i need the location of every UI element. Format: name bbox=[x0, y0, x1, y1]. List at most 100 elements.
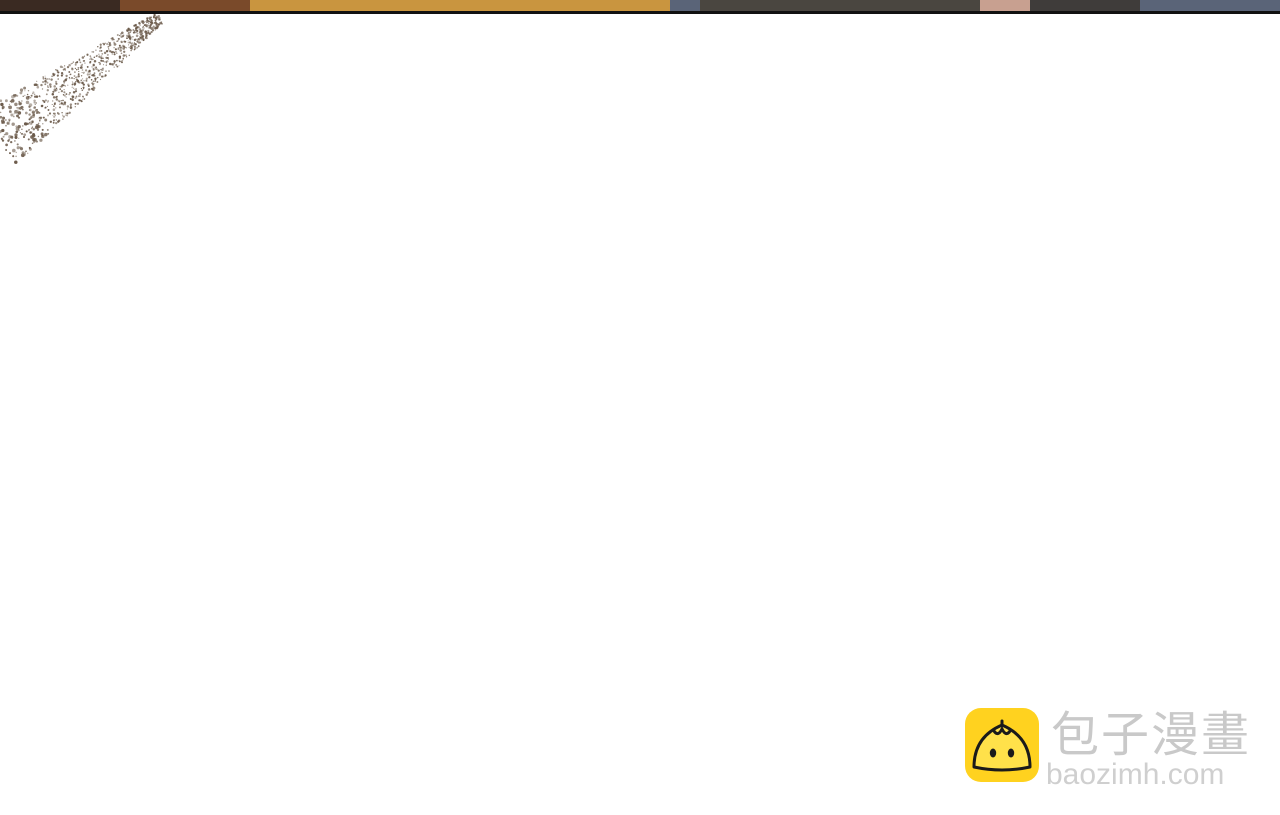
dust-speck bbox=[66, 115, 68, 117]
dust-speck bbox=[122, 54, 126, 57]
dust-speck bbox=[29, 131, 32, 134]
dust-speck bbox=[28, 128, 30, 131]
dust-speck bbox=[104, 42, 106, 44]
dust-speck bbox=[159, 21, 163, 25]
dust-speck bbox=[68, 71, 71, 73]
dust-speck bbox=[135, 31, 137, 34]
dust-speck bbox=[99, 63, 101, 66]
dust-speck bbox=[125, 56, 128, 58]
dust-speck bbox=[111, 53, 114, 55]
dust-speck bbox=[156, 25, 158, 27]
dust-speck bbox=[62, 68, 65, 71]
dust-speck bbox=[118, 44, 121, 47]
dust-speck bbox=[30, 135, 34, 139]
dust-speck bbox=[21, 125, 24, 127]
dust-speck bbox=[91, 74, 94, 77]
dust-speck bbox=[22, 95, 24, 97]
dust-speck bbox=[136, 38, 138, 41]
dust-speck bbox=[54, 102, 56, 104]
dust-speck bbox=[46, 128, 49, 131]
dust-speck bbox=[133, 31, 136, 34]
dust-speck bbox=[101, 71, 103, 74]
dust-speck bbox=[32, 113, 36, 116]
dust-speck bbox=[44, 132, 48, 137]
dust-speck bbox=[79, 95, 81, 97]
dust-speck bbox=[60, 102, 63, 105]
previous-panel-edge bbox=[0, 0, 1280, 14]
dust-speck bbox=[33, 133, 36, 135]
dust-speck bbox=[82, 95, 84, 98]
dust-speck bbox=[92, 88, 95, 91]
dust-speck bbox=[96, 81, 99, 83]
dust-speck bbox=[91, 82, 94, 85]
dust-speck bbox=[137, 38, 140, 40]
dust-speck bbox=[28, 105, 31, 108]
dust-speck bbox=[108, 70, 110, 72]
dust-speck bbox=[78, 95, 80, 97]
dust-speck bbox=[36, 85, 40, 89]
dust-speck bbox=[92, 67, 95, 70]
dust-speck bbox=[39, 138, 43, 142]
dust-speck bbox=[56, 69, 59, 72]
dust-speck bbox=[99, 43, 102, 46]
dust-speck bbox=[59, 86, 61, 88]
dust-speck bbox=[125, 34, 129, 38]
dust-speck bbox=[97, 69, 100, 72]
dust-speck bbox=[8, 110, 12, 114]
dust-speck bbox=[36, 128, 40, 131]
dust-speck bbox=[5, 149, 8, 151]
dust-speck bbox=[70, 105, 72, 107]
dust-speck bbox=[19, 102, 23, 105]
dust-speck bbox=[0, 111, 2, 114]
dust-speck bbox=[116, 40, 118, 42]
dust-speck bbox=[128, 35, 131, 38]
dust-speck bbox=[93, 56, 96, 59]
dust-speck bbox=[56, 95, 58, 98]
dust-speck bbox=[105, 64, 107, 66]
dust-speck bbox=[59, 106, 61, 109]
dust-speck bbox=[32, 111, 34, 114]
dust-speck bbox=[98, 50, 101, 52]
dust-speck bbox=[69, 73, 72, 76]
dust-speck bbox=[68, 77, 71, 80]
dust-speck bbox=[97, 45, 99, 48]
dust-speck bbox=[4, 118, 7, 122]
dust-speck bbox=[99, 78, 102, 81]
dust-speck bbox=[101, 59, 105, 63]
dust-speck bbox=[93, 60, 97, 63]
dust-speck bbox=[28, 147, 32, 151]
dust-speck bbox=[40, 83, 43, 87]
dust-speck bbox=[103, 61, 105, 63]
dust-speck bbox=[30, 94, 33, 97]
dust-speck bbox=[23, 122, 28, 126]
dust-speck bbox=[105, 50, 109, 53]
dust-speck bbox=[33, 106, 36, 110]
dust-speck bbox=[21, 100, 23, 102]
dust-speck bbox=[15, 155, 17, 158]
dust-speck bbox=[49, 83, 52, 86]
dust-speck bbox=[17, 129, 20, 132]
panel-fragment bbox=[1140, 0, 1280, 11]
dust-speck bbox=[89, 73, 91, 75]
dust-speck bbox=[51, 103, 53, 106]
dust-speck bbox=[55, 119, 57, 121]
dust-speck bbox=[47, 101, 49, 103]
dust-speck bbox=[114, 50, 117, 53]
dust-speck bbox=[90, 79, 93, 81]
dust-speck bbox=[73, 78, 75, 80]
dust-speck bbox=[68, 93, 71, 96]
dust-speck bbox=[72, 87, 75, 90]
dust-speck bbox=[76, 69, 78, 71]
dust-speck bbox=[128, 54, 131, 57]
dust-speck bbox=[91, 66, 93, 68]
dust-speck bbox=[74, 102, 77, 105]
dust-speck bbox=[128, 28, 132, 32]
dust-speck bbox=[86, 54, 89, 56]
dust-speck bbox=[62, 115, 65, 118]
dust-speck bbox=[78, 93, 82, 96]
dust-speck bbox=[83, 98, 86, 100]
dust-speck bbox=[10, 140, 13, 144]
dust-speck bbox=[47, 85, 49, 87]
dust-speck bbox=[62, 99, 64, 102]
dust-speck bbox=[135, 34, 139, 38]
